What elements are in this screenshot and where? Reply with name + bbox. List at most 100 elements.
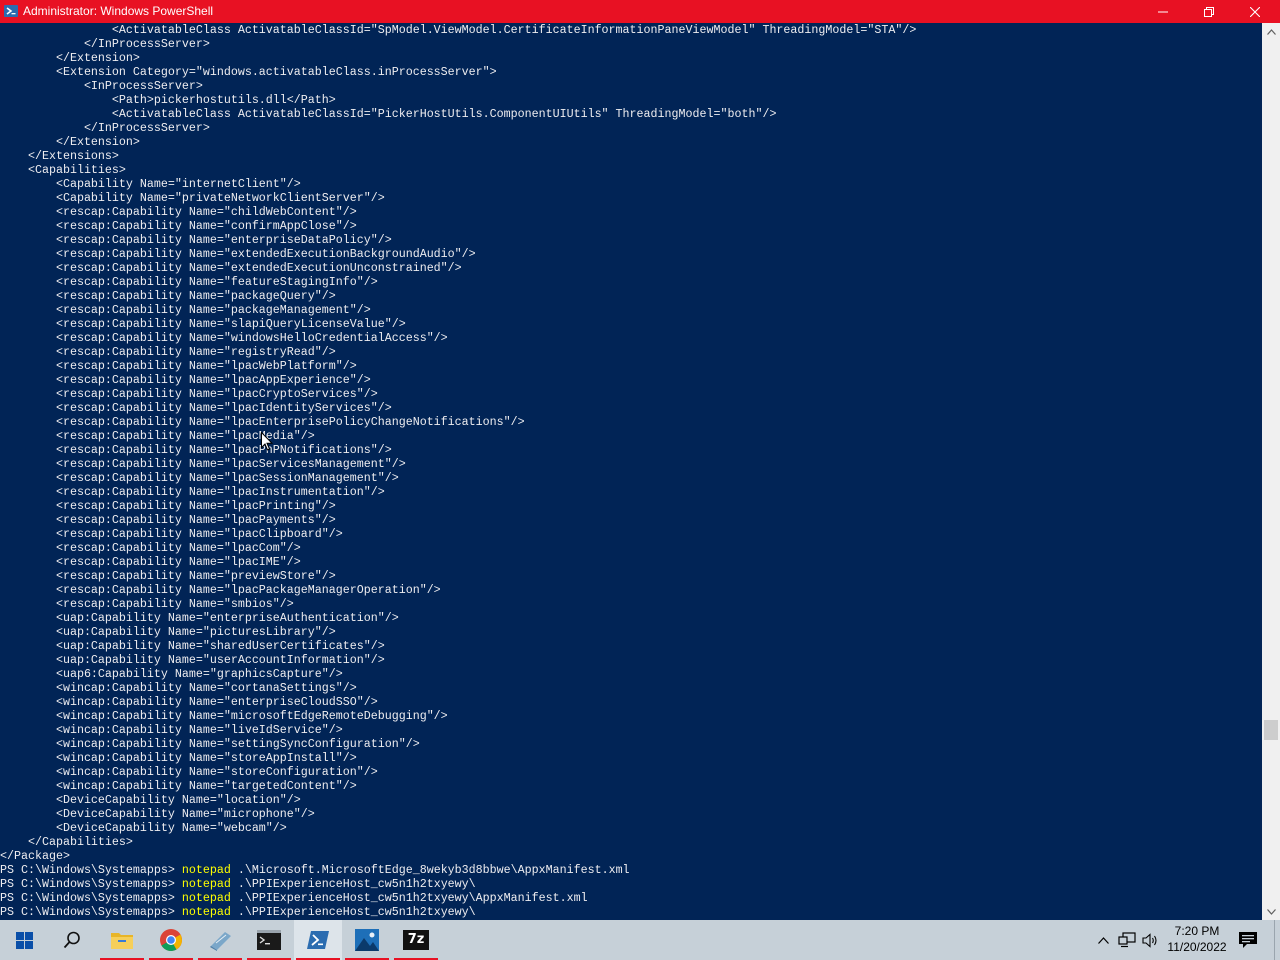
- network-button[interactable]: [1116, 920, 1138, 960]
- taskbar-clock[interactable]: 7:20 PM 11/20/2022: [1160, 920, 1234, 960]
- console-line: <rescap:Capability Name="lpacEnterpriseP…: [0, 415, 525, 429]
- console-line: <rescap:Capability Name="lpacSessionMana…: [0, 471, 399, 485]
- console-line: </Package>: [0, 849, 70, 863]
- console-line: <rescap:Capability Name="extendedExecuti…: [0, 247, 476, 261]
- network-icon: [1118, 932, 1136, 948]
- console-line: <rescap:Capability Name="packageQuery"/>: [0, 289, 336, 303]
- chevron-down-icon: [1266, 908, 1276, 915]
- folder-icon: [111, 933, 133, 949]
- vertical-scrollbar[interactable]: [1262, 23, 1280, 920]
- console-line: <rescap:Capability Name="lpacCryptoServi…: [0, 387, 378, 401]
- show-desktop-button[interactable]: [1274, 920, 1280, 960]
- prompt-text: PS C:\Windows\Systemapps>: [0, 891, 182, 905]
- console-line: <rescap:Capability Name="lpacIME"/>: [0, 555, 301, 569]
- console-line: <rescap:Capability Name="lpacAppExperien…: [0, 373, 371, 387]
- console-line: <rescap:Capability Name="lpacCom"/>: [0, 541, 301, 555]
- console-line: <rescap:Capability Name="windowsHelloCre…: [0, 331, 448, 345]
- console-line: </InProcessServer>: [0, 37, 210, 51]
- taskbar-file-explorer[interactable]: [98, 920, 146, 960]
- console-line: <uap6:Capability Name="graphicsCapture"/…: [0, 667, 343, 681]
- taskbar: 7z 7:20 PM 11/20/2022: [0, 920, 1280, 960]
- console-line: </Extension>: [0, 135, 140, 149]
- notification-icon: [1239, 932, 1257, 948]
- console-line: <rescap:Capability Name="lpacPayments"/>: [0, 513, 336, 527]
- close-button[interactable]: [1232, 0, 1278, 23]
- console-line: <InProcessServer>: [0, 79, 203, 93]
- console-line: PS C:\Windows\Systemapps> notepad .\PPIE…: [0, 877, 476, 891]
- restore-button[interactable]: [1186, 0, 1232, 23]
- console-line: <rescap:Capability Name="lpacPnPNotifica…: [0, 443, 392, 457]
- powershell-icon: [307, 931, 329, 949]
- console-line: <rescap:Capability Name="previewStore"/>: [0, 569, 336, 583]
- console-line: <ActivatableClass ActivatableClassId="Pi…: [0, 107, 777, 121]
- scroll-up-button[interactable]: [1262, 23, 1280, 40]
- console-line: <rescap:Capability Name="lpacIdentitySer…: [0, 401, 392, 415]
- console-line: <wincap:Capability Name="liveIdService"/…: [0, 723, 343, 737]
- console-line: </InProcessServer>: [0, 121, 210, 135]
- clock-date: 11/20/2022: [1167, 940, 1227, 954]
- scroll-thumb[interactable]: [1264, 720, 1278, 740]
- restore-icon: [1204, 6, 1214, 17]
- console-line: </Extension>: [0, 51, 140, 65]
- taskbar-notepad[interactable]: [196, 920, 244, 960]
- minimize-button[interactable]: [1140, 0, 1186, 23]
- console-line: <wincap:Capability Name="microsoftEdgeRe…: [0, 709, 448, 723]
- prompt-text: PS C:\Windows\Systemapps>: [0, 905, 182, 919]
- console-line: <DeviceCapability Name="microphone"/>: [0, 807, 315, 821]
- console-line: <rescap:Capability Name="extendedExecuti…: [0, 261, 462, 275]
- taskbar-photos[interactable]: [343, 920, 391, 960]
- console-line: <rescap:Capability Name="lpacPrinting"/>: [0, 499, 336, 513]
- console-line: PS C:\Windows\Systemapps> notepad .\Micr…: [0, 863, 630, 877]
- powershell-icon: [4, 5, 18, 17]
- window-title: Administrator: Windows PowerShell: [23, 4, 214, 18]
- console-output[interactable]: <ActivatableClass ActivatableClassId="Sp…: [0, 23, 1262, 920]
- command-args: .\Microsoft.MicrosoftEdge_8wekyb3d8bbwe\…: [230, 863, 630, 877]
- command-args: .\PPIExperienceHost_cw5n1h2txyewy\: [230, 877, 476, 891]
- show-hidden-icons-button[interactable]: [1094, 920, 1112, 960]
- command-text: notepad: [181, 877, 231, 891]
- speaker-icon: [1141, 932, 1157, 948]
- command-args: .\PPIExperienceHost_cw5n1h2txyewy\AppxMa…: [230, 891, 588, 905]
- taskbar-chrome[interactable]: [147, 920, 195, 960]
- console-line: <wincap:Capability Name="storeConfigurat…: [0, 765, 378, 779]
- start-button[interactable]: [0, 920, 48, 960]
- windows-logo-icon: [15, 931, 33, 949]
- console-line: <uap:Capability Name="enterpriseAuthenti…: [0, 611, 399, 625]
- prompt-text: PS C:\Windows\Systemapps>: [0, 863, 182, 877]
- taskbar-command-prompt[interactable]: [245, 920, 293, 960]
- console-line: <ActivatableClass ActivatableClassId="Sp…: [0, 23, 917, 37]
- console-line: PS C:\Windows\Systemapps> notepad .\PPIE…: [0, 905, 476, 919]
- console-line: <wincap:Capability Name="enterpriseCloud…: [0, 695, 378, 709]
- chevron-up-icon: [1097, 936, 1109, 944]
- close-icon: [1250, 6, 1260, 17]
- chevron-up-icon: [1266, 28, 1276, 35]
- console-line: <rescap:Capability Name="childWebContent…: [0, 205, 357, 219]
- console-line: <Capabilities>: [0, 163, 126, 177]
- console-line: <wincap:Capability Name="settingSyncConf…: [0, 737, 420, 751]
- console-line: <Capability Name="privateNetworkClientSe…: [0, 191, 385, 205]
- console-line: <rescap:Capability Name="registryRead"/>: [0, 345, 336, 359]
- chrome-icon: [160, 929, 182, 951]
- title-bar[interactable]: Administrator: Windows PowerShell: [0, 0, 1280, 23]
- search-icon: [63, 931, 80, 949]
- console-line: <rescap:Capability Name="enterpriseDataP…: [0, 233, 392, 247]
- console-line: <Capability Name="internetClient"/>: [0, 177, 301, 191]
- console-line: <DeviceCapability Name="webcam"/>: [0, 821, 287, 835]
- console-line: <uap:Capability Name="userAccountInforma…: [0, 653, 385, 667]
- console-line: </Capabilities>: [0, 835, 133, 849]
- 7zip-icon: 7z: [403, 930, 429, 950]
- console-line: PS C:\Windows\Systemapps> notepad .\PPIE…: [0, 891, 588, 905]
- scroll-down-button[interactable]: [1262, 903, 1280, 920]
- taskbar-powershell[interactable]: [294, 920, 342, 960]
- console-line: <wincap:Capability Name="targetedContent…: [0, 779, 357, 793]
- console-line: <wincap:Capability Name="cortanaSettings…: [0, 681, 357, 695]
- search-button[interactable]: [48, 920, 96, 960]
- console-line: <rescap:Capability Name="smbios"/>: [0, 597, 294, 611]
- cmd-icon: [257, 930, 281, 950]
- action-center-button[interactable]: [1236, 920, 1260, 960]
- console-line: <rescap:Capability Name="featureStagingI…: [0, 275, 378, 289]
- taskbar-7zip[interactable]: 7z: [392, 920, 440, 960]
- console-line: <DeviceCapability Name="location"/>: [0, 793, 301, 807]
- console-line: <Extension Category="windows.activatable…: [0, 65, 497, 79]
- volume-button[interactable]: [1140, 920, 1160, 960]
